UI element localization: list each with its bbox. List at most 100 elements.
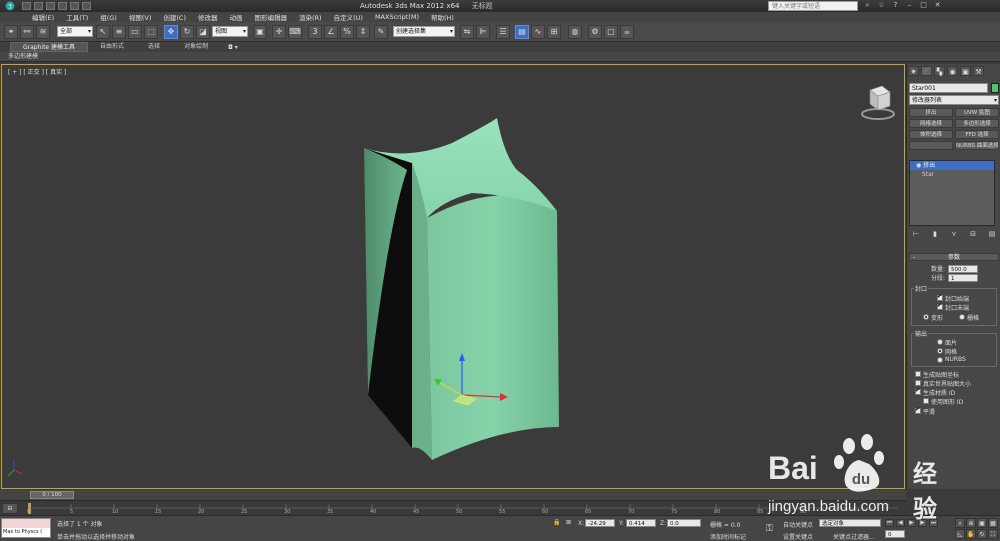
pan-icon[interactable]: ✋ bbox=[966, 529, 976, 539]
curve-editor-icon[interactable]: ∿ bbox=[531, 25, 545, 39]
save-file-icon[interactable] bbox=[46, 2, 55, 10]
hierarchy-icon[interactable]: ▚ bbox=[934, 66, 945, 76]
cap-end-checkbox[interactable] bbox=[937, 302, 943, 310]
configure-sets-icon[interactable]: ▤ bbox=[987, 230, 997, 239]
select-rotate-icon[interactable]: ↻ bbox=[180, 25, 194, 39]
perspective-viewport[interactable]: [ + ] [ 正交 ] [ 真实 ] bbox=[1, 64, 905, 489]
open-file-icon[interactable] bbox=[34, 2, 43, 10]
graphite-toggle-icon[interactable]: ▤ bbox=[515, 25, 529, 39]
reference-coord-dropdown[interactable]: 视图 bbox=[212, 26, 248, 37]
time-slider-handle[interactable]: 0 / 100 bbox=[30, 491, 74, 499]
align-icon[interactable]: ⊫ bbox=[476, 25, 490, 39]
undo-icon[interactable] bbox=[58, 2, 67, 10]
set-key-button[interactable]: 设置关键点 bbox=[783, 532, 813, 541]
real-world-checkbox[interactable] bbox=[915, 380, 921, 386]
binoculars-icon[interactable]: ⌕ bbox=[863, 1, 872, 10]
empty-modifier-slot[interactable] bbox=[909, 141, 953, 150]
viewport-label[interactable]: [ + ] [ 正交 ] [ 真实 ] bbox=[8, 67, 66, 76]
cap-start-checkbox[interactable] bbox=[937, 293, 943, 301]
use-shape-ids-checkbox[interactable] bbox=[923, 398, 929, 404]
ffd-select-button[interactable]: FFD 选择 bbox=[955, 130, 999, 139]
select-manipulate-icon[interactable]: ✛ bbox=[272, 25, 286, 39]
render-setup-icon[interactable]: ⚙ bbox=[588, 25, 602, 39]
fov-icon[interactable]: ◺ bbox=[955, 529, 965, 539]
x-coord-field[interactable]: -24.29 bbox=[585, 519, 615, 527]
menu-customize[interactable]: 自定义(U) bbox=[328, 12, 369, 22]
zoom-extents-all-icon[interactable]: ▦ bbox=[988, 518, 998, 528]
mini-curve-editor-icon[interactable]: ⊟ bbox=[2, 503, 18, 514]
redo-icon[interactable] bbox=[70, 2, 79, 10]
segments-spinner[interactable]: 1 bbox=[948, 274, 978, 282]
menu-animation[interactable]: 动画 bbox=[224, 12, 249, 22]
percent-snap-icon[interactable]: % bbox=[340, 25, 354, 39]
menu-edit[interactable]: 编辑(E) bbox=[26, 12, 60, 22]
stack-item-extrude[interactable]: ◉ 挤出 bbox=[910, 161, 994, 170]
ribbon-options-icon[interactable]: ◘ ▾ bbox=[228, 44, 238, 51]
key-filters-button[interactable]: 关键点过滤器... bbox=[833, 532, 875, 541]
menu-maxscript[interactable]: MAXScript(M) bbox=[369, 13, 425, 21]
select-scale-icon[interactable]: ◪ bbox=[196, 25, 210, 39]
vol-select-button[interactable]: 体积选择 bbox=[909, 130, 953, 139]
search-input[interactable]: 键入关键字或短语 bbox=[768, 1, 858, 11]
modify-icon[interactable]: ◜ bbox=[921, 66, 932, 76]
mesh-select-button[interactable]: 网格选择 bbox=[909, 119, 953, 128]
maximize-icon[interactable]: □ bbox=[919, 1, 928, 10]
rendered-frame-icon[interactable]: ▢ bbox=[604, 25, 618, 39]
keyboard-shortcut-icon[interactable]: ⌨ bbox=[288, 25, 302, 39]
rect-selection-icon[interactable]: ▭ bbox=[128, 25, 142, 39]
smooth-checkbox[interactable] bbox=[915, 406, 921, 414]
project-folder-icon[interactable] bbox=[82, 2, 91, 10]
z-coord-field[interactable]: 0.0 bbox=[667, 519, 701, 527]
edit-named-selection-icon[interactable]: ✎ bbox=[374, 25, 388, 39]
nurbs-radio[interactable] bbox=[937, 357, 943, 363]
tab-freeform[interactable]: 自由形式 bbox=[88, 42, 136, 52]
poly-select-button[interactable]: 多边形选择 bbox=[955, 119, 999, 128]
app-logo-icon[interactable]: 3 bbox=[0, 0, 20, 12]
mesh-radio[interactable] bbox=[937, 348, 943, 354]
orbit-icon[interactable]: ↻ bbox=[977, 529, 987, 539]
menu-views[interactable]: 视图(V) bbox=[123, 12, 158, 22]
object-color-swatch[interactable] bbox=[991, 83, 999, 93]
nurbs-surf-select-button[interactable]: NURBS 曲面选择 bbox=[955, 141, 999, 150]
gen-mat-ids-checkbox[interactable] bbox=[915, 387, 921, 395]
display-icon[interactable]: ▣ bbox=[960, 66, 971, 76]
tab-selection[interactable]: 选择 bbox=[136, 42, 172, 52]
tab-object-paint[interactable]: 对象绘制 bbox=[172, 42, 220, 52]
remove-modifier-icon[interactable]: ⊟ bbox=[968, 230, 978, 239]
amount-spinner[interactable]: 500.0 bbox=[948, 265, 978, 273]
mirror-icon[interactable]: ⇋ bbox=[460, 25, 474, 39]
menu-create[interactable]: 创建(C) bbox=[157, 12, 192, 22]
show-end-result-icon[interactable]: ▮ bbox=[930, 230, 940, 239]
parameters-rollout-title[interactable]: - 参数 bbox=[909, 253, 999, 261]
named-selection-dropdown[interactable]: 创建选择集 bbox=[393, 26, 455, 37]
angle-snap-icon[interactable]: ∠ bbox=[324, 25, 338, 39]
spinner-snap-icon[interactable]: ⇕ bbox=[356, 25, 370, 39]
window-crossing-icon[interactable]: ⬚ bbox=[144, 25, 158, 39]
link-icon[interactable]: ⚭ bbox=[4, 25, 18, 39]
extrude-button[interactable]: 挤出 bbox=[909, 108, 953, 117]
minimize-icon[interactable]: – bbox=[905, 1, 914, 10]
motion-icon[interactable]: ◉ bbox=[947, 66, 958, 76]
menu-help[interactable]: 帮助(H) bbox=[425, 12, 460, 22]
absolute-mode-icon[interactable]: ⊠ bbox=[566, 519, 571, 526]
unlink-icon[interactable]: ⚯ bbox=[20, 25, 34, 39]
make-unique-icon[interactable]: ⋎ bbox=[949, 230, 959, 239]
new-file-icon[interactable] bbox=[22, 2, 31, 10]
menu-graph-editors[interactable]: 图形编辑器 bbox=[249, 12, 294, 22]
select-object-icon[interactable]: ↖ bbox=[96, 25, 110, 39]
schematic-view-icon[interactable]: ⊞ bbox=[547, 25, 561, 39]
polygon-modeling-label[interactable]: 多边形建模 bbox=[8, 53, 38, 60]
modifier-list-dropdown[interactable]: 修改器列表 bbox=[909, 95, 999, 106]
gen-mapping-checkbox[interactable] bbox=[915, 371, 921, 377]
bind-space-warp-icon[interactable]: ≋ bbox=[36, 25, 50, 39]
select-move-icon[interactable]: ✥ bbox=[164, 25, 178, 39]
select-by-name-icon[interactable]: ≡ bbox=[112, 25, 126, 39]
pivot-center-icon[interactable]: ▣ bbox=[253, 25, 267, 39]
tab-graphite-modeling[interactable]: Graphite 建模工具 bbox=[10, 42, 89, 52]
menu-group[interactable]: 组(G) bbox=[94, 12, 123, 22]
star-icon[interactable]: ☆ bbox=[877, 1, 886, 10]
zoom-extents-icon[interactable]: ▣ bbox=[977, 518, 987, 528]
lock-selection-icon[interactable]: 🔒 bbox=[553, 519, 560, 526]
close-icon[interactable]: ✕ bbox=[933, 1, 942, 10]
y-coord-field[interactable]: 0.414 bbox=[626, 519, 656, 527]
